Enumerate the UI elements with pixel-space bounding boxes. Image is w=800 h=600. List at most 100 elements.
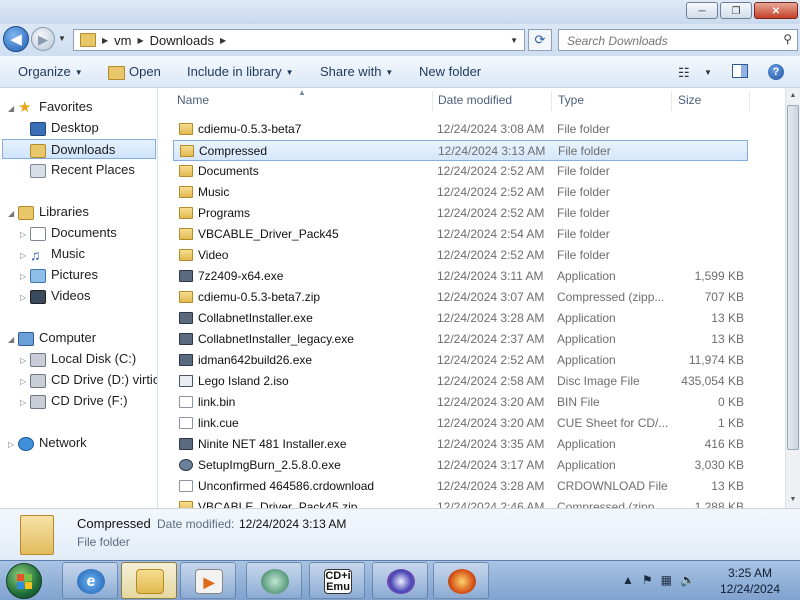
nav-network[interactable]: ▷ Network (8, 433, 87, 453)
column-divider[interactable] (551, 91, 552, 111)
column-header-name[interactable]: Name (177, 88, 209, 112)
nav-local-disk[interactable]: ▷ Local Disk (C:) (20, 349, 136, 369)
column-divider[interactable] (671, 91, 672, 111)
expand-icon[interactable]: ▷ (8, 435, 18, 455)
forward-button[interactable]: ▶ (31, 27, 55, 51)
file-row[interactable]: link.bin 12/24/2024 3:20 AM BIN File 0 KB (173, 392, 748, 413)
recent-pages-dropdown[interactable]: ▼ (58, 34, 66, 43)
column-header-type[interactable]: Type (558, 88, 584, 112)
search-box[interactable]: ⚲ (558, 29, 798, 51)
minimize-button[interactable]: ─ (686, 2, 718, 19)
open-button[interactable]: Open (108, 64, 161, 80)
column-header-date[interactable]: Date modified (438, 88, 512, 112)
nav-cd-drive-d[interactable]: ▷ CD Drive (D:) virtio-w (20, 370, 157, 392)
file-row[interactable]: SetupImgBurn_2.5.8.0.exe 12/24/2024 3:17 … (173, 455, 748, 476)
include-in-library-button[interactable]: Include in library ▼ (187, 64, 294, 79)
chevron-down-icon[interactable]: ▼ (704, 68, 712, 77)
nav-favorites[interactable]: ◢ ★ Favorites (8, 97, 92, 117)
taskbar-network-app[interactable] (246, 562, 302, 599)
taskbar-cdemu[interactable]: CD+i Emu (309, 562, 365, 599)
maximize-button[interactable]: ❐ (720, 2, 752, 19)
nav-cd-drive-f[interactable]: ▷ CD Drive (F:) (20, 391, 128, 411)
nav-videos[interactable]: ▷ Videos (20, 286, 91, 306)
network-icon[interactable]: ▦ (661, 573, 672, 587)
nav-desktop[interactable]: Desktop (30, 118, 99, 138)
breadcrumb-downloads[interactable]: Downloads (146, 33, 218, 48)
nav-pictures[interactable]: ▷ Pictures (20, 265, 98, 285)
expand-icon[interactable]: ▷ (20, 267, 30, 287)
nav-music[interactable]: ▷ ♫ Music (20, 244, 85, 264)
file-row[interactable]: cdiemu-0.5.3-beta7 12/24/2024 3:08 AM File… (173, 119, 748, 140)
taskbar-disc-app[interactable] (372, 562, 428, 599)
nav-computer[interactable]: ◢ Computer (8, 328, 96, 348)
start-button[interactable] (6, 563, 42, 599)
column-divider[interactable] (432, 91, 433, 111)
taskbar-media-player[interactable]: ▶ (180, 562, 236, 599)
chevron-right-icon[interactable]: ▶ (100, 36, 110, 45)
file-row[interactable]: Programs 12/24/2024 2:52 AM File folder (173, 203, 748, 224)
clock[interactable]: 3:25 AM 12/24/2024 (708, 565, 792, 597)
file-type: File folder (557, 248, 610, 262)
search-input[interactable] (565, 31, 769, 51)
collapse-icon[interactable]: ◢ (8, 204, 18, 224)
scrollbar-thumb[interactable] (787, 105, 799, 450)
address-bar[interactable]: ▶ vm ▶ Downloads ▶ ▼ (73, 29, 525, 51)
file-row[interactable]: Music 12/24/2024 2:52 AM File folder (173, 182, 748, 203)
vertical-scrollbar[interactable]: ▲ ▼ (785, 88, 800, 508)
show-hidden-icons-icon[interactable]: ▲ (622, 573, 634, 587)
expand-icon[interactable]: ▷ (20, 225, 30, 245)
organize-button[interactable]: Organize ▼ (18, 64, 83, 79)
file-type: Compressed (zipp... (557, 500, 665, 508)
file-row[interactable]: Ninite NET 481 Installer.exe 12/24/2024 3… (173, 434, 748, 455)
chevron-down-icon[interactable]: ▼ (510, 36, 518, 45)
search-icon[interactable]: ⚲ (783, 32, 792, 46)
change-view-icon[interactable]: ☷ (678, 65, 690, 81)
taskbar-imgburn[interactable] (433, 562, 489, 599)
taskbar-windows-explorer[interactable] (121, 562, 177, 599)
refresh-button[interactable]: ⟳ (528, 29, 552, 51)
volume-icon[interactable]: 🔈 (680, 573, 695, 587)
help-icon[interactable]: ? (768, 64, 784, 80)
file-row[interactable]: CollabnetInstaller.exe 12/24/2024 3:28 AM… (173, 308, 748, 329)
file-row[interactable]: VBCABLE_Driver_Pack45.zip 12/24/2024 2:46… (173, 497, 748, 508)
file-row[interactable]: VBCABLE_Driver_Pack45 12/24/2024 2:54 AM F… (173, 224, 748, 245)
file-row[interactable]: Video 12/24/2024 2:52 AM File folder (173, 245, 748, 266)
collapse-icon[interactable]: ◢ (8, 330, 18, 350)
scroll-down-arrow-icon[interactable]: ▼ (786, 492, 800, 508)
share-with-button[interactable]: Share with ▼ (320, 64, 393, 79)
file-type: Application (557, 353, 616, 367)
file-row[interactable]: Lego Island 2.iso 12/24/2024 2:58 AM Disc … (173, 371, 748, 392)
expand-icon[interactable]: ▷ (20, 351, 30, 371)
expand-icon[interactable]: ▷ (20, 372, 30, 392)
back-button[interactable]: ◀ (3, 26, 29, 52)
chevron-right-icon[interactable]: ▶ (136, 36, 146, 45)
scroll-up-arrow-icon[interactable]: ▲ (786, 88, 800, 104)
close-button[interactable]: ✕ (754, 2, 798, 19)
breadcrumb-vm[interactable]: vm (110, 33, 135, 48)
expand-icon[interactable]: ▷ (20, 246, 30, 266)
file-row[interactable]: Compressed 12/24/2024 3:13 AM File folder (173, 140, 748, 161)
nav-recent-places[interactable]: Recent Places (30, 160, 135, 180)
nav-local-disk-label: Local Disk (C:) (51, 351, 137, 366)
column-divider[interactable] (749, 91, 750, 111)
expand-icon[interactable]: ▷ (20, 393, 30, 413)
column-header-size[interactable]: Size (678, 88, 701, 112)
chevron-right-icon[interactable]: ▶ (218, 36, 228, 45)
file-row[interactable]: link.cue 12/24/2024 3:20 AM CUE Sheet for … (173, 413, 748, 434)
file-row[interactable]: Unconfirmed 464586.crdownload 12/24/2024 … (173, 476, 748, 497)
downloads-folder-icon (30, 143, 46, 158)
taskbar-internet-explorer[interactable]: e (62, 562, 118, 599)
nav-downloads[interactable]: Downloads (2, 139, 156, 159)
file-row[interactable]: idman642build26.exe 12/24/2024 2:52 AM App… (173, 350, 748, 371)
file-row[interactable]: Documents 12/24/2024 2:52 AM File folder (173, 161, 748, 182)
preview-pane-icon[interactable] (732, 64, 748, 78)
file-row[interactable]: 7z2409-x64.exe 12/24/2024 3:11 AM Applicat… (173, 266, 748, 287)
file-row[interactable]: cdiemu-0.5.3-beta7.zip 12/24/2024 3:07 AM… (173, 287, 748, 308)
collapse-icon[interactable]: ◢ (8, 99, 18, 119)
file-row[interactable]: CollabnetInstaller_legacy.exe 12/24/2024 … (173, 329, 748, 350)
new-folder-button[interactable]: New folder (419, 64, 481, 79)
nav-documents[interactable]: ▷ Documents (20, 223, 117, 243)
action-center-flag-icon[interactable]: ⚑ (642, 573, 653, 587)
expand-icon[interactable]: ▷ (20, 288, 30, 308)
nav-libraries[interactable]: ◢ Libraries (8, 202, 89, 222)
